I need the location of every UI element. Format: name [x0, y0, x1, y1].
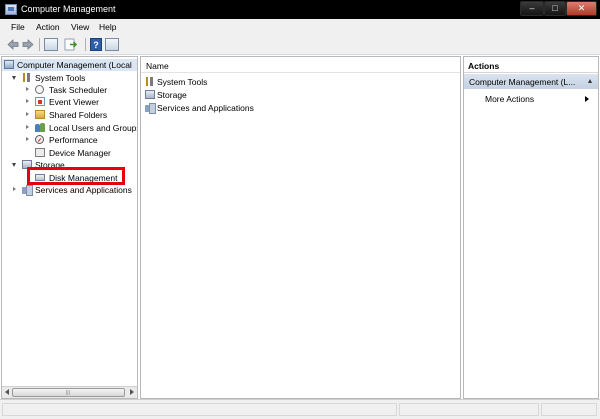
toolbar: ?: [0, 34, 600, 55]
scrollbar-grip: |||: [66, 390, 70, 396]
expand-arrow-icon[interactable]: [26, 99, 29, 103]
expand-arrow-icon[interactable]: [26, 125, 29, 129]
actions-header: Actions: [464, 57, 598, 73]
status-segment: [2, 403, 397, 416]
minimize-button[interactable]: –: [520, 1, 544, 16]
menu-action[interactable]: Action: [36, 22, 60, 32]
menu-bar: File Action View Help: [0, 19, 600, 34]
services-icon: [145, 103, 156, 114]
tools-icon: [22, 73, 32, 82]
disk-management-highlight: [27, 167, 125, 185]
actions-title: Actions: [468, 61, 500, 71]
computer-management-icon: [4, 60, 14, 69]
back-arrow-icon[interactable]: [7, 38, 19, 51]
status-segment: [541, 403, 597, 416]
status-bar: [0, 399, 600, 419]
help-icon[interactable]: ?: [90, 38, 102, 51]
close-button[interactable]: ✕: [566, 1, 597, 16]
tools-icon: [145, 77, 155, 86]
submenu-arrow-icon[interactable]: [585, 96, 589, 102]
actions-group-computer-management[interactable]: Computer Management (L...: [464, 74, 598, 89]
list-item[interactable]: Storage: [144, 89, 344, 101]
toolbar-separator: [85, 38, 86, 51]
services-icon: [22, 185, 33, 196]
expand-arrow-icon[interactable]: [26, 112, 29, 116]
title-bar: Computer Management – □ ✕: [0, 0, 600, 19]
expand-arrow-icon[interactable]: [13, 187, 16, 191]
menu-view[interactable]: View: [71, 22, 89, 32]
menu-file[interactable]: File: [11, 22, 25, 32]
collapse-arrow-icon[interactable]: [12, 163, 16, 167]
scrollbar-thumb[interactable]: |||: [12, 388, 125, 397]
users-icon: [35, 123, 45, 132]
list-header: Name: [141, 57, 460, 73]
tree-horizontal-scrollbar[interactable]: |||: [2, 386, 137, 398]
show-hide-tree-icon[interactable]: [44, 38, 58, 51]
tree-item-task-scheduler[interactable]: Task Scheduler: [2, 84, 137, 96]
expand-arrow-icon[interactable]: [26, 87, 29, 91]
scroll-right-icon[interactable]: [130, 389, 134, 395]
clock-icon: [35, 85, 44, 94]
column-header-name[interactable]: Name: [146, 61, 169, 71]
actions-pane: Actions Computer Management (L... More A…: [463, 56, 599, 399]
device-icon: [35, 148, 45, 157]
gauge-icon: [35, 135, 44, 144]
tree-item-computer-management[interactable]: Computer Management (Local: [2, 59, 137, 71]
maximize-button[interactable]: □: [544, 1, 566, 16]
export-list-icon[interactable]: [64, 38, 78, 51]
event-log-icon: [35, 97, 45, 106]
actions-group-label: Computer Management (L...: [469, 77, 576, 87]
tree-item-services-and-applications[interactable]: Services and Applications: [2, 184, 137, 196]
tree-item-system-tools[interactable]: System Tools: [2, 72, 137, 84]
folder-icon: [35, 110, 45, 119]
tree-item-shared-folders[interactable]: Shared Folders: [2, 109, 137, 121]
menu-help[interactable]: Help: [99, 22, 116, 32]
list-item[interactable]: Services and Applications: [144, 102, 344, 114]
window-title: Computer Management: [21, 4, 116, 14]
tree-item-event-viewer[interactable]: Event Viewer: [2, 96, 137, 108]
collapse-up-icon[interactable]: [588, 79, 592, 83]
list-item[interactable]: System Tools: [144, 76, 344, 88]
show-hide-action-pane-icon[interactable]: [105, 38, 119, 51]
tree-item-performance[interactable]: Performance: [2, 134, 137, 146]
more-actions-item[interactable]: More Actions: [485, 94, 534, 104]
status-segment: [399, 403, 539, 416]
storage-icon: [145, 90, 155, 99]
toolbar-separator: [39, 38, 40, 51]
forward-arrow-icon[interactable]: [22, 38, 34, 51]
tree-item-device-manager[interactable]: Device Manager: [2, 147, 137, 159]
tree-item-local-users-and-groups[interactable]: Local Users and Groups: [2, 122, 137, 134]
scroll-left-icon[interactable]: [5, 389, 9, 395]
collapse-arrow-icon[interactable]: [12, 76, 16, 80]
expand-arrow-icon[interactable]: [26, 137, 29, 141]
console-tree[interactable]: Computer Management (Local System Tools …: [1, 56, 138, 399]
results-pane[interactable]: Name System Tools Storage Services and A…: [140, 56, 461, 399]
app-icon: [5, 4, 17, 15]
